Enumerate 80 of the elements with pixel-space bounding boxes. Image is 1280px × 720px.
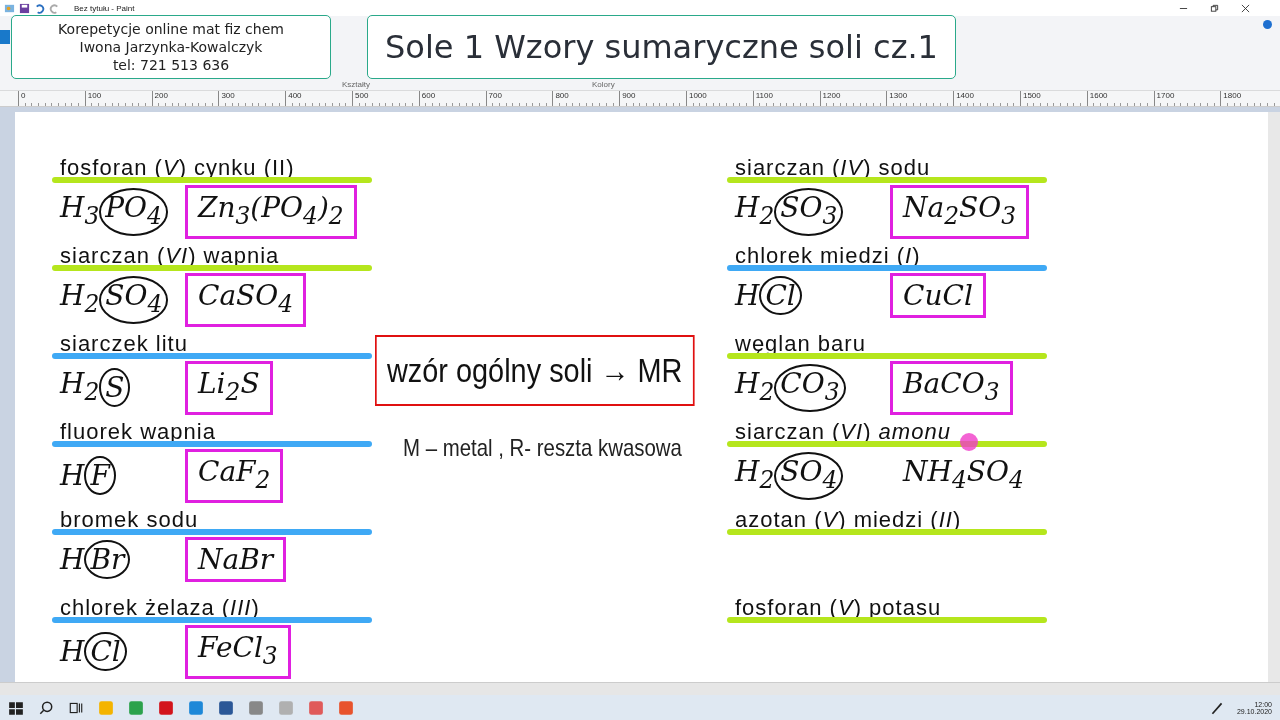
- acid-hydrogen: H: [60, 460, 85, 492]
- paint-icon: [4, 2, 15, 14]
- help-icon[interactable]: [1263, 20, 1272, 29]
- ruler-label: 1400: [953, 91, 1020, 106]
- acid-residue: Br: [84, 540, 131, 579]
- acid-hydrogen: H$_{2}$: [60, 280, 100, 320]
- restore-icon[interactable]: [1210, 3, 1219, 13]
- salt-name: fluorek wapnia: [60, 420, 216, 444]
- canvas[interactable]: [15, 112, 1268, 682]
- ruler-label: 1500: [1019, 91, 1087, 106]
- ruler-label: 200: [151, 91, 219, 106]
- salt-formula: Na$_{2}$SO$_{3}$: [890, 185, 1030, 239]
- ruler-label: 1100: [752, 91, 820, 106]
- acid-hydrogen: H: [735, 280, 760, 311]
- ruler-label: 600: [418, 91, 486, 106]
- close-icon[interactable]: [1241, 3, 1250, 13]
- app-icon[interactable]: [188, 699, 204, 716]
- ruler-label: 800: [552, 91, 620, 106]
- ruler-label: 1000: [685, 91, 753, 106]
- salt-formula: Li$_{2}$S: [185, 361, 273, 415]
- acid-residue: Cl: [759, 276, 802, 315]
- salt-formula: CuCl: [890, 273, 986, 318]
- acid-hydrogen: H: [60, 636, 85, 668]
- legend-text: M – metal , R- reszta kwasowa: [403, 434, 683, 462]
- acid-hydrogen: H$_{2}$: [735, 192, 775, 232]
- ruler-label: 0: [18, 91, 85, 106]
- acid-hydrogen: H$_{2}$: [735, 456, 775, 496]
- salt-formula: Zn$_{3}$(PO$_{4}$)$_{2}$: [185, 185, 357, 239]
- ribbon-group-label: Kształty: [342, 80, 370, 89]
- acid-hydrogen: H$_{2}$: [60, 368, 100, 408]
- undo-icon[interactable]: [34, 2, 45, 14]
- acid-residue: PO$_{4}$: [99, 188, 168, 236]
- vertical-scrollbar[interactable]: [1268, 112, 1280, 682]
- salt-name: siarczek litu: [60, 332, 188, 356]
- ruler-label: 900: [619, 91, 686, 106]
- acid-residue: Cl: [84, 632, 127, 672]
- search-icon[interactable]: [38, 699, 54, 716]
- app-icon[interactable]: [158, 699, 174, 716]
- ruler-label: 1600: [1086, 91, 1154, 106]
- window-title: Bez tytułu - Paint: [74, 3, 135, 13]
- salt-formula: NH$_{4}$SO$_{4}$: [901, 454, 1025, 496]
- salt-formula: FeCl$_{3}$: [185, 625, 291, 679]
- save-icon[interactable]: [19, 2, 30, 14]
- acid-hydrogen: H: [60, 544, 85, 575]
- ruler-label: 300: [218, 91, 286, 106]
- app-icon[interactable]: [308, 699, 324, 716]
- ruler-label: 500: [352, 91, 419, 106]
- acid-residue: SO$_{4}$: [774, 452, 844, 500]
- ruler-label: 400: [285, 91, 352, 106]
- salt-name: bromek sodu: [60, 508, 199, 532]
- salt-formula: CaSO$_{4}$: [185, 273, 307, 327]
- windows-icon[interactable]: [8, 699, 24, 716]
- acid-hydrogen: H$_{2}$: [735, 368, 775, 408]
- horizontal-scrollbar[interactable]: [0, 682, 1280, 695]
- app-icon[interactable]: [128, 699, 144, 716]
- ruler-label: 1700: [1153, 91, 1221, 106]
- ruler-label: 700: [485, 91, 553, 106]
- app-icon[interactable]: [248, 699, 264, 716]
- app-icon[interactable]: [338, 699, 354, 716]
- contact-line: Iwona Jarzynka-Kowalczyk: [79, 38, 263, 56]
- acid-residue: F: [84, 456, 116, 496]
- acid-residue: CO$_{3}$: [774, 364, 846, 412]
- cursor-dot: [960, 433, 978, 451]
- ruler-label: 1200: [819, 91, 887, 106]
- ribbon-group-label: Kolory: [592, 80, 615, 89]
- acid-residue: SO$_{4}$: [99, 276, 169, 324]
- salt-formula: CaF$_{2}$: [185, 449, 284, 503]
- contact-line: tel: 721 513 636: [112, 56, 230, 74]
- ruler-label: 100: [84, 91, 152, 106]
- app-icon[interactable]: [218, 699, 234, 716]
- acid-residue: S: [99, 368, 131, 408]
- contact-line: Korepetycje online mat fiz chem: [58, 20, 284, 38]
- acid-hydrogen: H$_{3}$: [60, 192, 100, 232]
- acid-residue: SO$_{3}$: [774, 188, 844, 236]
- ruler-label: 1300: [886, 91, 954, 106]
- salt-formula: NaBr: [185, 537, 287, 582]
- redo-icon[interactable]: [49, 2, 60, 14]
- ruler-label: 1800: [1220, 91, 1280, 106]
- lesson-title: Sole 1 Wzory sumaryczne soli cz.1: [385, 28, 938, 66]
- salt-formula: BaCO$_{3}$: [890, 361, 1013, 415]
